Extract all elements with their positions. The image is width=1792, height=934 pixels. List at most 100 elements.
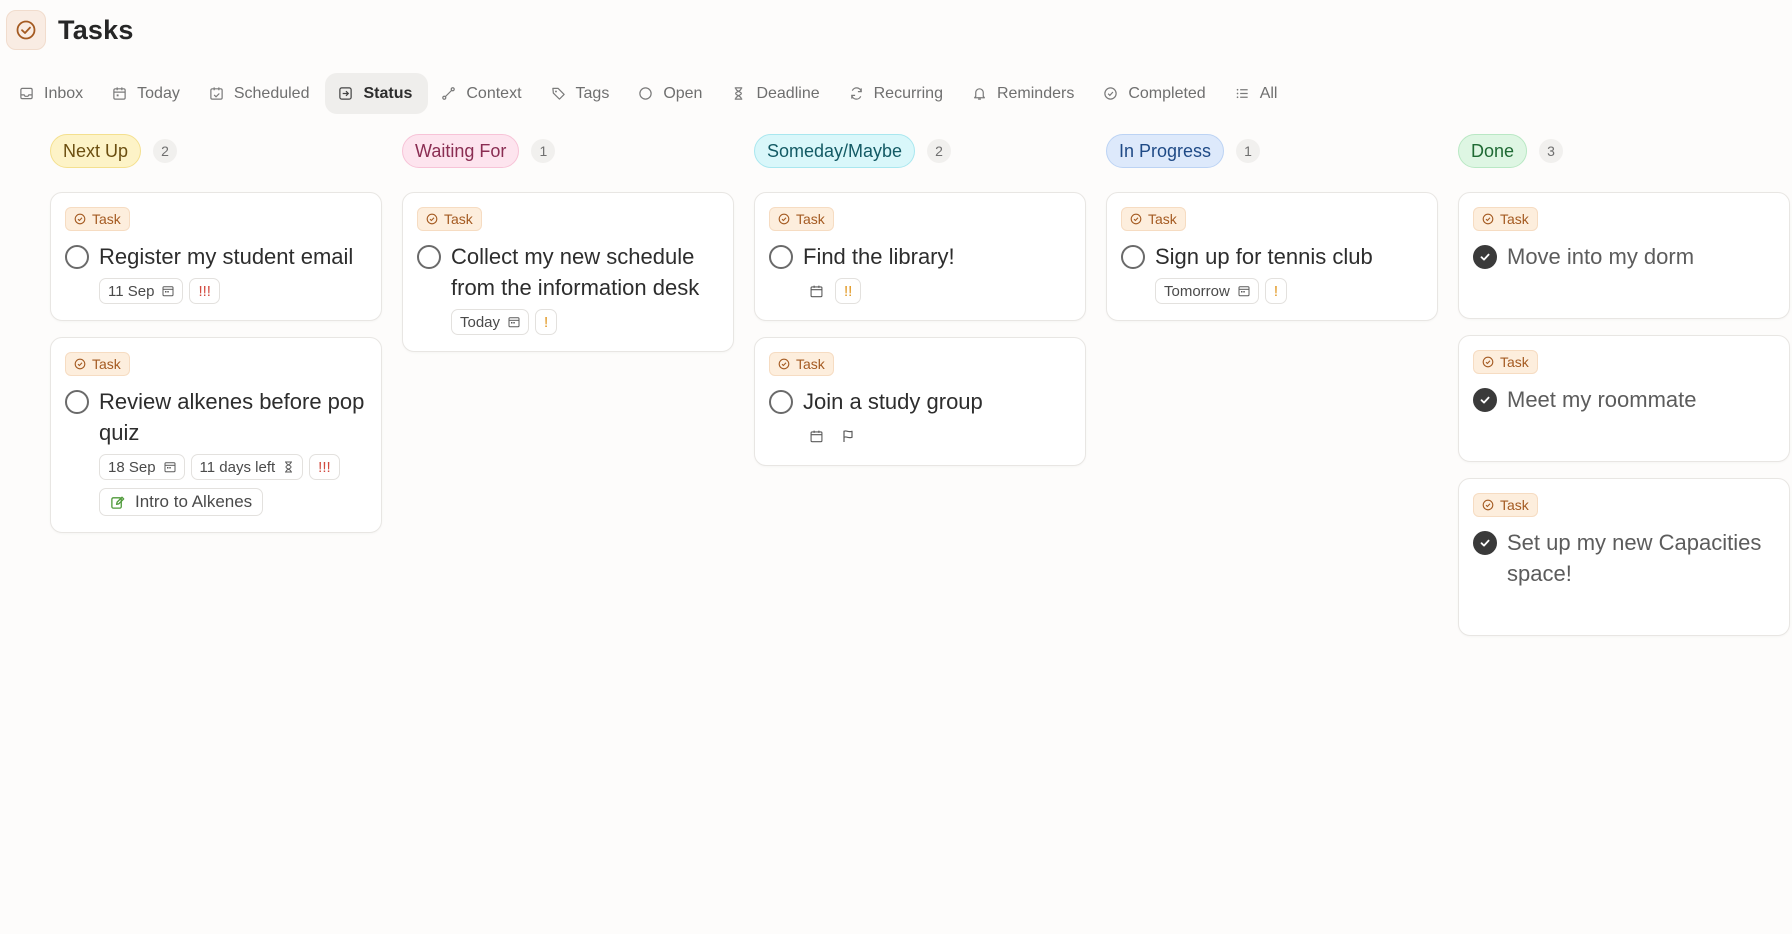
status-label[interactable]: Next Up bbox=[50, 134, 142, 168]
task-type-label: Task bbox=[796, 356, 825, 372]
task-type-badge[interactable]: Task bbox=[1473, 493, 1538, 517]
task-title[interactable]: Set up my new Capacities space! bbox=[1507, 527, 1775, 589]
tab-label: Reminders bbox=[996, 84, 1075, 102]
task-title[interactable]: Register my student email bbox=[99, 241, 353, 272]
task-checkbox[interactable] bbox=[417, 245, 441, 269]
calendar-icon[interactable] bbox=[803, 423, 829, 449]
task-checkbox[interactable] bbox=[65, 390, 89, 414]
task-card[interactable]: Task Sign up for tennis club Tomorrow! bbox=[1106, 192, 1438, 321]
task-checkbox[interactable] bbox=[1473, 245, 1497, 269]
calendar-check-icon bbox=[209, 86, 234, 101]
task-type-badge[interactable]: Task bbox=[1121, 207, 1186, 231]
task-title[interactable]: Review alkenes before pop quiz bbox=[99, 386, 367, 448]
tab-scheduled[interactable]: Scheduled bbox=[196, 73, 326, 114]
task-type-badge[interactable]: Task bbox=[65, 207, 130, 231]
calendar-icon bbox=[112, 86, 137, 101]
task-title[interactable]: Collect my new schedule from the informa… bbox=[451, 241, 719, 303]
tab-completed[interactable]: Completed bbox=[1090, 73, 1221, 114]
status-label[interactable]: Someday/Maybe bbox=[754, 134, 916, 168]
task-checkbox[interactable] bbox=[1473, 388, 1497, 412]
task-card[interactable]: Task Meet my roommate bbox=[1458, 335, 1790, 462]
task-checkbox[interactable] bbox=[769, 245, 793, 269]
task-type-badge[interactable]: Task bbox=[769, 352, 834, 376]
task-checkbox[interactable] bbox=[769, 390, 793, 414]
date-chip[interactable]: 18 Sep bbox=[99, 454, 185, 480]
task-title[interactable]: Meet my roommate bbox=[1507, 384, 1697, 415]
check-circle-icon bbox=[426, 213, 444, 225]
check-circle-icon bbox=[1482, 499, 1500, 511]
tab-open[interactable]: Open bbox=[625, 73, 718, 114]
priority-chip[interactable]: !!! bbox=[189, 278, 220, 304]
flag-icon[interactable] bbox=[835, 423, 861, 449]
task-title[interactable]: Find the library! bbox=[803, 241, 955, 272]
tab-reminders[interactable]: Reminders bbox=[959, 73, 1090, 114]
task-checkbox[interactable] bbox=[1121, 245, 1145, 269]
task-type-label: Task bbox=[1500, 497, 1529, 513]
task-checkbox[interactable] bbox=[1473, 531, 1497, 555]
task-meta: 11 Sep!!! bbox=[99, 278, 367, 304]
priority-chip[interactable]: !!! bbox=[309, 454, 340, 480]
task-title[interactable]: Join a study group bbox=[803, 386, 983, 417]
task-type-label: Task bbox=[796, 211, 825, 227]
task-card[interactable]: Task Find the library!!! bbox=[754, 192, 1086, 321]
page-title: Tasks bbox=[58, 14, 134, 45]
task-type-badge[interactable]: Task bbox=[65, 352, 130, 376]
column-header: Next Up 2 bbox=[50, 134, 382, 168]
tab-inbox[interactable]: Inbox bbox=[6, 73, 99, 114]
task-card[interactable]: Task Move into my dorm bbox=[1458, 192, 1790, 319]
linked-note-label: Intro to Alkenes bbox=[135, 492, 253, 511]
list-icon bbox=[1235, 86, 1260, 101]
column-count-badge: 3 bbox=[1539, 139, 1564, 163]
priority-chip[interactable]: !! bbox=[835, 278, 862, 304]
calendar-icon bbox=[160, 461, 176, 473]
date-chip[interactable]: 11 Sep bbox=[99, 278, 184, 304]
tab-recurring[interactable]: Recurring bbox=[836, 73, 959, 114]
page-header: Tasks bbox=[6, 10, 134, 50]
check-circle-icon bbox=[1482, 356, 1500, 368]
task-type-badge[interactable]: Task bbox=[1473, 350, 1538, 374]
tab-all[interactable]: All bbox=[1222, 73, 1294, 114]
task-type-label: Task bbox=[92, 356, 121, 372]
status-label[interactable]: In Progress bbox=[1106, 134, 1225, 168]
status-label[interactable]: Done bbox=[1458, 134, 1528, 168]
tab-label: Deadline bbox=[756, 84, 820, 102]
check-circle-icon bbox=[778, 213, 796, 225]
date-label: Today bbox=[460, 313, 501, 331]
task-type-badge[interactable]: Task bbox=[769, 207, 834, 231]
linked-note-chip[interactable]: Intro to Alkenes bbox=[99, 488, 264, 516]
task-title[interactable]: Move into my dorm bbox=[1507, 241, 1694, 272]
route-icon bbox=[441, 86, 466, 101]
task-checkbox[interactable] bbox=[65, 245, 89, 269]
date-chip[interactable]: Today bbox=[451, 309, 530, 335]
task-card[interactable]: Task Review alkenes before pop quiz 18 Sep… bbox=[50, 337, 382, 533]
tab-label: Tags bbox=[575, 84, 610, 102]
column-header: Done 3 bbox=[1458, 134, 1790, 168]
tab-label: Completed bbox=[1128, 84, 1206, 102]
tab-deadline[interactable]: Deadline bbox=[718, 73, 835, 114]
tab-status[interactable]: Status bbox=[325, 73, 429, 114]
task-card[interactable]: Task Register my student email 11 Sep!!! bbox=[50, 192, 382, 321]
priority-chip[interactable]: ! bbox=[1264, 278, 1288, 304]
tab-label: Context bbox=[466, 84, 522, 102]
circle-icon bbox=[638, 86, 663, 101]
task-card[interactable]: Task Set up my new Capacities space! bbox=[1458, 478, 1790, 636]
tab-tags[interactable]: Tags bbox=[538, 73, 626, 114]
status-label[interactable]: Waiting For bbox=[402, 134, 520, 168]
tab-label: All bbox=[1259, 84, 1278, 102]
task-meta: Today! bbox=[451, 309, 719, 335]
inbox-icon bbox=[19, 86, 44, 101]
status-column: Waiting For 1 Task Collect my new schedule … bbox=[402, 134, 734, 652]
task-card[interactable]: Task Collect my new schedule from the inf… bbox=[402, 192, 734, 352]
priority-chip[interactable]: ! bbox=[535, 309, 558, 335]
calendar-icon[interactable] bbox=[803, 278, 829, 304]
tab-context[interactable]: Context bbox=[428, 73, 537, 114]
column-header: Someday/Maybe 2 bbox=[754, 134, 1086, 168]
tab-today[interactable]: Today bbox=[99, 73, 196, 114]
status-column: Someday/Maybe 2 Task Find the library!!! Tas… bbox=[754, 134, 1086, 652]
task-type-badge[interactable]: Task bbox=[417, 207, 482, 231]
deadline-chip[interactable]: 11 days left bbox=[190, 454, 304, 480]
task-type-badge[interactable]: Task bbox=[1473, 207, 1538, 231]
date-chip[interactable]: Tomorrow bbox=[1155, 278, 1259, 304]
task-title[interactable]: Sign up for tennis club bbox=[1155, 241, 1373, 272]
task-card[interactable]: Task Join a study group bbox=[754, 337, 1086, 466]
